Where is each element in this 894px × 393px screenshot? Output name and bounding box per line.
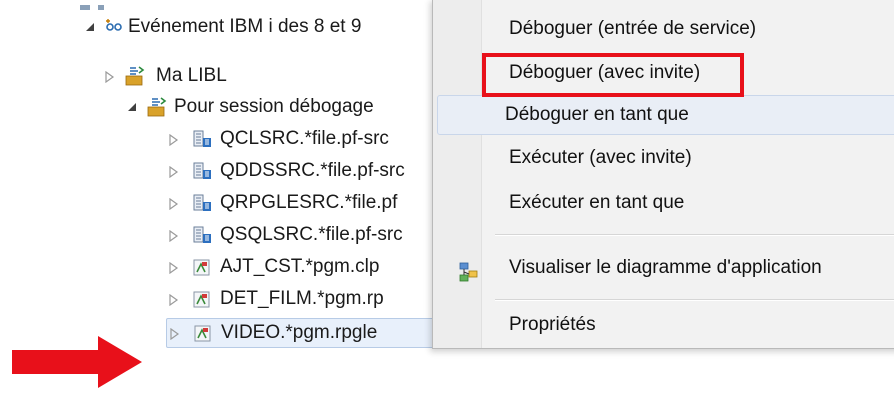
tree-item-video[interactable]: VIDEO.*pgm.rpgle	[166, 318, 434, 348]
annotation-highlight-box	[482, 53, 744, 97]
source-file-icon	[192, 225, 212, 245]
menu-item-show-app-diagram[interactable]: Visualiser le diagramme d'application	[437, 249, 894, 287]
tree-item-qddssrc[interactable]: QDDSSRC.*file.pf-src	[168, 157, 434, 185]
source-file-icon	[192, 193, 212, 213]
collapsed-twisty-icon[interactable]	[168, 221, 182, 249]
tree-item-qsqlsrc[interactable]: QSQLSRC.*file.pf-src	[168, 221, 434, 249]
expanded-twisty-icon[interactable]	[126, 93, 140, 121]
menu-item-run-as[interactable]: Exécuter en tant que	[437, 184, 894, 222]
application-diagram-icon	[459, 258, 479, 282]
menu-separator-highlight	[495, 300, 894, 301]
source-file-icon	[192, 161, 212, 181]
tree-item-ajt-cst[interactable]: AJT_CST.*pgm.clp	[168, 253, 434, 281]
collapsed-twisty-icon[interactable]	[168, 189, 182, 217]
truncated-row-above	[78, 0, 118, 10]
annotation-arrow-icon	[12, 336, 142, 388]
library-list-icon	[124, 66, 148, 86]
tree-item-label: QCLSRC.*file.pf-src	[220, 128, 389, 149]
expanded-twisty-icon[interactable]	[84, 13, 98, 41]
program-icon	[193, 323, 213, 343]
tree-item-label: AJT_CST.*pgm.clp	[220, 256, 380, 277]
collapsed-twisty-icon[interactable]	[168, 125, 182, 153]
tree-item-label: DET_FILM.*pgm.rp	[220, 288, 384, 309]
menu-item-debug-service-entry[interactable]: Déboguer (entrée de service)	[437, 10, 894, 48]
collapsed-twisty-icon[interactable]	[168, 285, 182, 313]
tree-item-project[interactable]: Evénement IBM i des 8 et 9	[84, 13, 434, 41]
tree-item-det-film[interactable]: DET_FILM.*pgm.rp	[168, 285, 434, 313]
tree-item-label: Ma LIBL	[156, 65, 227, 86]
menu-item-label: Exécuter (avec invite)	[509, 147, 692, 168]
collapsed-twisty-icon[interactable]	[168, 253, 182, 281]
menu-item-debug-as[interactable]: Déboguer en tant que	[437, 95, 894, 135]
tree-item-ma-libl[interactable]: Ma LIBL	[104, 62, 434, 90]
tree-item-qrpglesrc[interactable]: QRPGLESRC.*file.pf	[168, 189, 434, 217]
tree-item-qclsrc[interactable]: QCLSRC.*file.pf-src	[168, 125, 434, 153]
menu-item-label: Déboguer en tant que	[505, 104, 689, 125]
collapsed-twisty-icon[interactable]	[104, 62, 118, 90]
menu-item-run-prompt[interactable]: Exécuter (avec invite)	[437, 139, 894, 177]
menu-item-properties[interactable]: Propriétés	[437, 306, 894, 344]
tree-item-label: Evénement IBM i des 8 et 9	[128, 16, 362, 37]
tree-item-label: QDDSSRC.*file.pf-src	[220, 160, 405, 181]
menu-item-label: Déboguer (entrée de service)	[509, 18, 757, 39]
tree-item-pour-session[interactable]: Pour session débogage	[126, 93, 434, 121]
remote-systems-tree: Evénement IBM i des 8 et 9 Ma LIBL Pour …	[0, 0, 440, 393]
tree-item-label: Pour session débogage	[174, 96, 374, 117]
project-icon	[104, 17, 124, 37]
menu-item-label: Visualiser le diagramme d'application	[509, 257, 822, 278]
tree-item-label: QSQLSRC.*file.pf-src	[220, 224, 403, 245]
tree-item-label: VIDEO.*pgm.rpgle	[221, 322, 378, 343]
program-icon	[192, 289, 212, 309]
menu-separator-highlight	[495, 235, 894, 236]
source-file-icon	[192, 129, 212, 149]
menu-item-label: Exécuter en tant que	[509, 192, 685, 213]
collapsed-twisty-icon[interactable]	[169, 319, 183, 347]
program-icon	[192, 257, 212, 277]
filter-folder-icon	[146, 97, 170, 117]
menu-item-label: Propriétés	[509, 314, 596, 335]
tree-item-label: QRPGLESRC.*file.pf	[220, 192, 398, 213]
collapsed-twisty-icon[interactable]	[168, 157, 182, 185]
